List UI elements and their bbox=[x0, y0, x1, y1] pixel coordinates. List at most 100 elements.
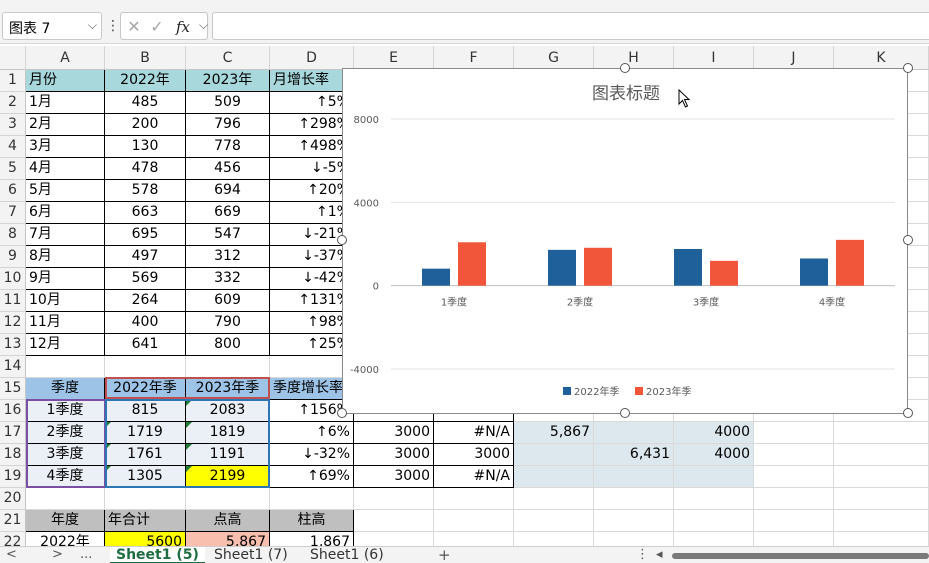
name-box[interactable]: 图表 7 ⌵ bbox=[2, 12, 102, 40]
cell-c13[interactable]: 800 bbox=[186, 334, 270, 356]
row-header-14[interactable]: 14 bbox=[0, 356, 26, 378]
row-header-12[interactable]: 12 bbox=[0, 312, 26, 334]
scroll-left-icon[interactable]: ◂ bbox=[656, 547, 663, 563]
cell-a14[interactable] bbox=[26, 356, 105, 378]
insert-function-icon[interactable]: fx bbox=[173, 17, 193, 37]
column-header-h[interactable]: H bbox=[594, 46, 674, 70]
cell-a20[interactable] bbox=[26, 488, 105, 510]
cell-c4[interactable]: 778 bbox=[186, 136, 270, 158]
cell-b6[interactable]: 578 bbox=[105, 180, 186, 202]
cell-c7[interactable]: 669 bbox=[186, 202, 270, 224]
cell-b5[interactable]: 478 bbox=[105, 158, 186, 180]
cell-b14[interactable] bbox=[105, 356, 186, 378]
tab-bar-menu-icon[interactable]: ⋮ bbox=[636, 547, 649, 563]
cell-e18[interactable]: 3000 bbox=[354, 444, 434, 466]
cell-a10[interactable]: 9月 bbox=[26, 268, 105, 290]
column-header-f[interactable]: F bbox=[434, 46, 514, 70]
row-header-1[interactable]: 1 bbox=[0, 70, 26, 92]
cell-a17[interactable]: 2季度 bbox=[26, 422, 105, 444]
cell-k19[interactable] bbox=[834, 466, 929, 488]
cell-f18[interactable]: 3000 bbox=[434, 444, 514, 466]
cell-a5[interactable]: 4月 bbox=[26, 158, 105, 180]
cell-a3[interactable]: 2月 bbox=[26, 114, 105, 136]
cell-b15[interactable]: 2022年季 bbox=[105, 378, 186, 400]
cell-d20[interactable] bbox=[270, 488, 354, 510]
cell-g18[interactable] bbox=[514, 444, 594, 466]
cell-a8[interactable]: 7月 bbox=[26, 224, 105, 246]
cell-h17[interactable] bbox=[594, 422, 674, 444]
cell-c9[interactable]: 312 bbox=[186, 246, 270, 268]
cell-c10[interactable]: 332 bbox=[186, 268, 270, 290]
cell-a6[interactable]: 5月 bbox=[26, 180, 105, 202]
cell-d18[interactable]: ↓-32% bbox=[270, 444, 354, 466]
chevron-down-icon[interactable]: ⌵ bbox=[88, 18, 97, 33]
cell-e19[interactable]: 3000 bbox=[354, 466, 434, 488]
resize-handle-right[interactable] bbox=[903, 235, 913, 245]
cell-e17[interactable]: 3000 bbox=[354, 422, 434, 444]
cell-j20[interactable] bbox=[754, 488, 834, 510]
cell-c1[interactable]: 2023年 bbox=[186, 70, 270, 92]
cell-b21[interactable]: 年合计 bbox=[105, 510, 186, 532]
cell-b16[interactable]: 815 bbox=[105, 400, 186, 422]
column-header-e[interactable]: E bbox=[354, 46, 434, 70]
column-header-k[interactable]: K bbox=[834, 46, 929, 70]
row-header-11[interactable]: 11 bbox=[0, 290, 26, 312]
tab-sheet1-7[interactable]: Sheet1 (7) bbox=[208, 547, 294, 563]
cell-c3[interactable]: 796 bbox=[186, 114, 270, 136]
cell-e21[interactable] bbox=[354, 510, 434, 532]
add-sheet-icon[interactable]: + bbox=[438, 547, 451, 563]
column-header-a[interactable]: A bbox=[26, 46, 105, 70]
resize-handle-bottom-right[interactable] bbox=[903, 408, 913, 418]
cancel-icon[interactable]: ✕ bbox=[124, 17, 144, 37]
resize-handle-left[interactable] bbox=[337, 235, 347, 245]
row-header-2[interactable]: 2 bbox=[0, 92, 26, 114]
cell-a1[interactable]: 月份 bbox=[26, 70, 105, 92]
cell-c11[interactable]: 609 bbox=[186, 290, 270, 312]
cell-h20[interactable] bbox=[594, 488, 674, 510]
tab-next-icon[interactable]: > bbox=[52, 547, 63, 563]
row-header-13[interactable]: 13 bbox=[0, 334, 26, 356]
cell-d19[interactable]: ↑69% bbox=[270, 466, 354, 488]
tab-sheet1-5[interactable]: Sheet1 (5) bbox=[110, 547, 205, 563]
chart-object[interactable]: 图表标题 8000 4000 0 -4000 1季度 2季度 3季度 4季度 2022年季 202… bbox=[337, 63, 913, 418]
cell-b1[interactable]: 2022年 bbox=[105, 70, 186, 92]
column-header-g[interactable]: G bbox=[514, 46, 594, 70]
cell-g17[interactable]: 5,867 bbox=[514, 422, 594, 444]
cell-c20[interactable] bbox=[186, 488, 270, 510]
formula-input[interactable] bbox=[212, 12, 929, 40]
cell-d21[interactable]: 柱高 bbox=[270, 510, 354, 532]
cell-b20[interactable] bbox=[105, 488, 186, 510]
row-header-5[interactable]: 5 bbox=[0, 158, 26, 180]
confirm-icon[interactable]: ✓ bbox=[147, 17, 167, 37]
cell-j17[interactable] bbox=[754, 422, 834, 444]
row-header-18[interactable]: 18 bbox=[0, 444, 26, 466]
column-header-i[interactable]: I bbox=[674, 46, 754, 70]
cell-c19[interactable]: 2199 bbox=[186, 466, 270, 488]
row-header-4[interactable]: 4 bbox=[0, 136, 26, 158]
cell-c2[interactable]: 509 bbox=[186, 92, 270, 114]
cell-a19[interactable]: 4季度 bbox=[26, 466, 105, 488]
cell-a4[interactable]: 3月 bbox=[26, 136, 105, 158]
horizontal-scrollbar[interactable] bbox=[672, 553, 929, 559]
cell-c21[interactable]: 点高 bbox=[186, 510, 270, 532]
row-header-20[interactable]: 20 bbox=[0, 488, 26, 510]
cell-b18[interactable]: 1761 bbox=[105, 444, 186, 466]
cell-f21[interactable] bbox=[434, 510, 514, 532]
cell-b3[interactable]: 200 bbox=[105, 114, 186, 136]
cell-f17[interactable]: #N/A bbox=[434, 422, 514, 444]
cell-h18[interactable]: 6,431 bbox=[594, 444, 674, 466]
cell-b7[interactable]: 663 bbox=[105, 202, 186, 224]
column-header-c[interactable]: C bbox=[186, 46, 270, 70]
select-all-corner[interactable] bbox=[0, 46, 26, 70]
cell-a21[interactable]: 年度 bbox=[26, 510, 105, 532]
cell-b11[interactable]: 264 bbox=[105, 290, 186, 312]
cell-b10[interactable]: 569 bbox=[105, 268, 186, 290]
cell-j19[interactable] bbox=[754, 466, 834, 488]
cell-h21[interactable] bbox=[594, 510, 674, 532]
cell-b4[interactable]: 130 bbox=[105, 136, 186, 158]
cell-c15[interactable]: 2023年季 bbox=[186, 378, 270, 400]
column-header-j[interactable]: J bbox=[754, 46, 834, 70]
cell-k20[interactable] bbox=[834, 488, 929, 510]
cell-b2[interactable]: 485 bbox=[105, 92, 186, 114]
tab-sheet1-6[interactable]: Sheet1 (6) bbox=[304, 547, 390, 563]
